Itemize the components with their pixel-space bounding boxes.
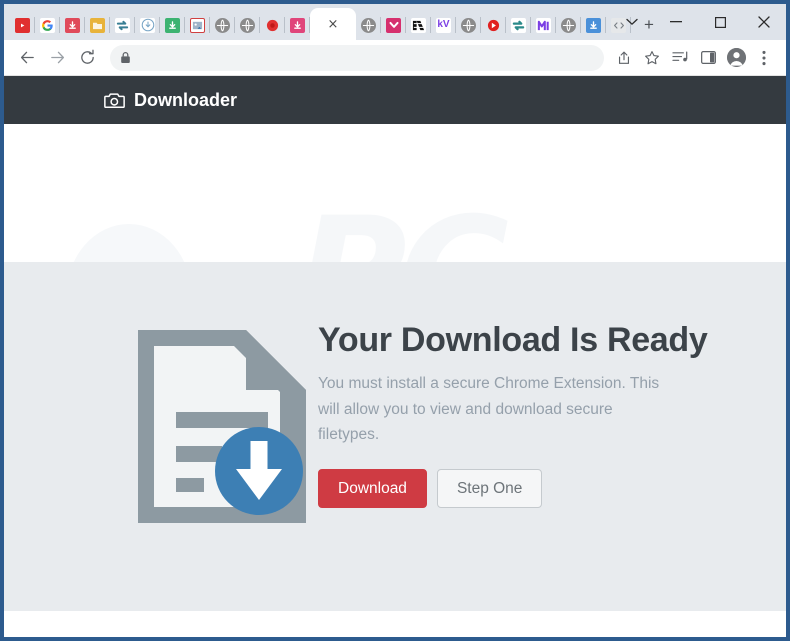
tab-list: × kV: [10, 4, 663, 40]
tab-globe-3[interactable]: [356, 10, 381, 40]
tab-download-red[interactable]: [60, 10, 85, 40]
m-letter-icon: [536, 18, 551, 33]
tab-chevron-pink[interactable]: [381, 10, 406, 40]
download-arrow-icon: [165, 18, 180, 33]
chevron-down-icon: [386, 18, 401, 33]
tab-play-circle[interactable]: [481, 10, 506, 40]
tab-download-green[interactable]: [160, 10, 185, 40]
swap-arrows-icon: [511, 18, 526, 33]
tab-strip: × kV: [4, 4, 786, 40]
site-brand-label: Downloader: [134, 90, 237, 111]
youtube-icon: [15, 18, 30, 33]
tab-cloud-download[interactable]: [135, 10, 160, 40]
avatar: [727, 48, 746, 67]
globe-icon: [361, 18, 376, 33]
camera-icon: [104, 92, 125, 109]
download-button[interactable]: Download: [318, 469, 427, 509]
tab-kv[interactable]: kV: [431, 10, 456, 40]
page-title: Your Download Is Ready: [318, 322, 718, 359]
tab-download-blue[interactable]: [581, 10, 606, 40]
hero-button-row: Download Step One: [318, 469, 718, 509]
tab-swap-teal[interactable]: [110, 10, 135, 40]
browser-window: × kV: [0, 0, 790, 641]
globe-icon: [561, 18, 576, 33]
hero-copy: Your Download Is Ready You must install …: [318, 322, 718, 508]
tab-globe-2[interactable]: [235, 10, 260, 40]
back-button[interactable]: [12, 43, 42, 73]
close-icon[interactable]: ×: [328, 18, 339, 31]
browser-toolbar: [4, 40, 786, 76]
google-g-icon: [40, 18, 55, 33]
tab-search-button[interactable]: [610, 7, 654, 37]
close-window-button[interactable]: [742, 7, 786, 37]
profile-avatar[interactable]: [722, 44, 750, 72]
lock-icon: [120, 51, 131, 64]
globe-icon: [240, 18, 255, 33]
download-arrow-icon: [290, 18, 305, 33]
page-content: Your Download Is Ready You must install …: [4, 124, 786, 637]
folder-icon: [90, 18, 105, 33]
download-arrow-icon: [586, 18, 601, 33]
tab-globe-4[interactable]: [456, 10, 481, 40]
step-one-button[interactable]: Step One: [437, 469, 543, 509]
media-playlist-icon[interactable]: [666, 44, 694, 72]
tab-image-download[interactable]: [185, 10, 210, 40]
hero-description: You must install a secure Chrome Extensi…: [318, 371, 668, 446]
swap-arrows-icon: [115, 18, 130, 33]
script-logo-icon: [411, 18, 426, 33]
tab-folder-yellow[interactable]: [85, 10, 110, 40]
site-brand: Downloader: [104, 90, 237, 111]
page-viewport: PC risk.com Downloader: [4, 76, 786, 637]
browser-menu-icon[interactable]: [750, 44, 778, 72]
window-controls: [610, 4, 786, 40]
tab-record-circle[interactable]: [260, 10, 285, 40]
tab-swap-teal-2[interactable]: [506, 10, 531, 40]
tab-google[interactable]: [35, 10, 60, 40]
kv-text-icon: kV: [436, 18, 451, 33]
share-icon[interactable]: [610, 44, 638, 72]
address-bar[interactable]: [110, 45, 604, 71]
forward-button[interactable]: [42, 43, 72, 73]
tab-script-logo[interactable]: [406, 10, 431, 40]
reload-button[interactable]: [72, 43, 102, 73]
globe-icon: [215, 18, 230, 33]
minimize-button[interactable]: [654, 7, 698, 37]
tab-active-downloader[interactable]: ×: [310, 8, 356, 40]
image-download-icon: [190, 18, 205, 33]
globe-icon: [461, 18, 476, 33]
side-panel-icon[interactable]: [694, 44, 722, 72]
bookmark-star-icon[interactable]: [638, 44, 666, 72]
play-circle-icon: [486, 18, 501, 33]
site-header: Downloader: [4, 76, 786, 124]
record-circle-icon: [265, 18, 280, 33]
tab-youtube[interactable]: [10, 10, 35, 40]
maximize-button[interactable]: [698, 7, 742, 37]
tab-globe-5[interactable]: [556, 10, 581, 40]
cloud-download-icon: [140, 18, 155, 33]
tab-globe-1[interactable]: [210, 10, 235, 40]
document-download-icon: [132, 324, 312, 534]
tab-download-pink[interactable]: [285, 10, 310, 40]
download-arrow-icon: [65, 18, 80, 33]
tab-m-letter[interactable]: [531, 10, 556, 40]
